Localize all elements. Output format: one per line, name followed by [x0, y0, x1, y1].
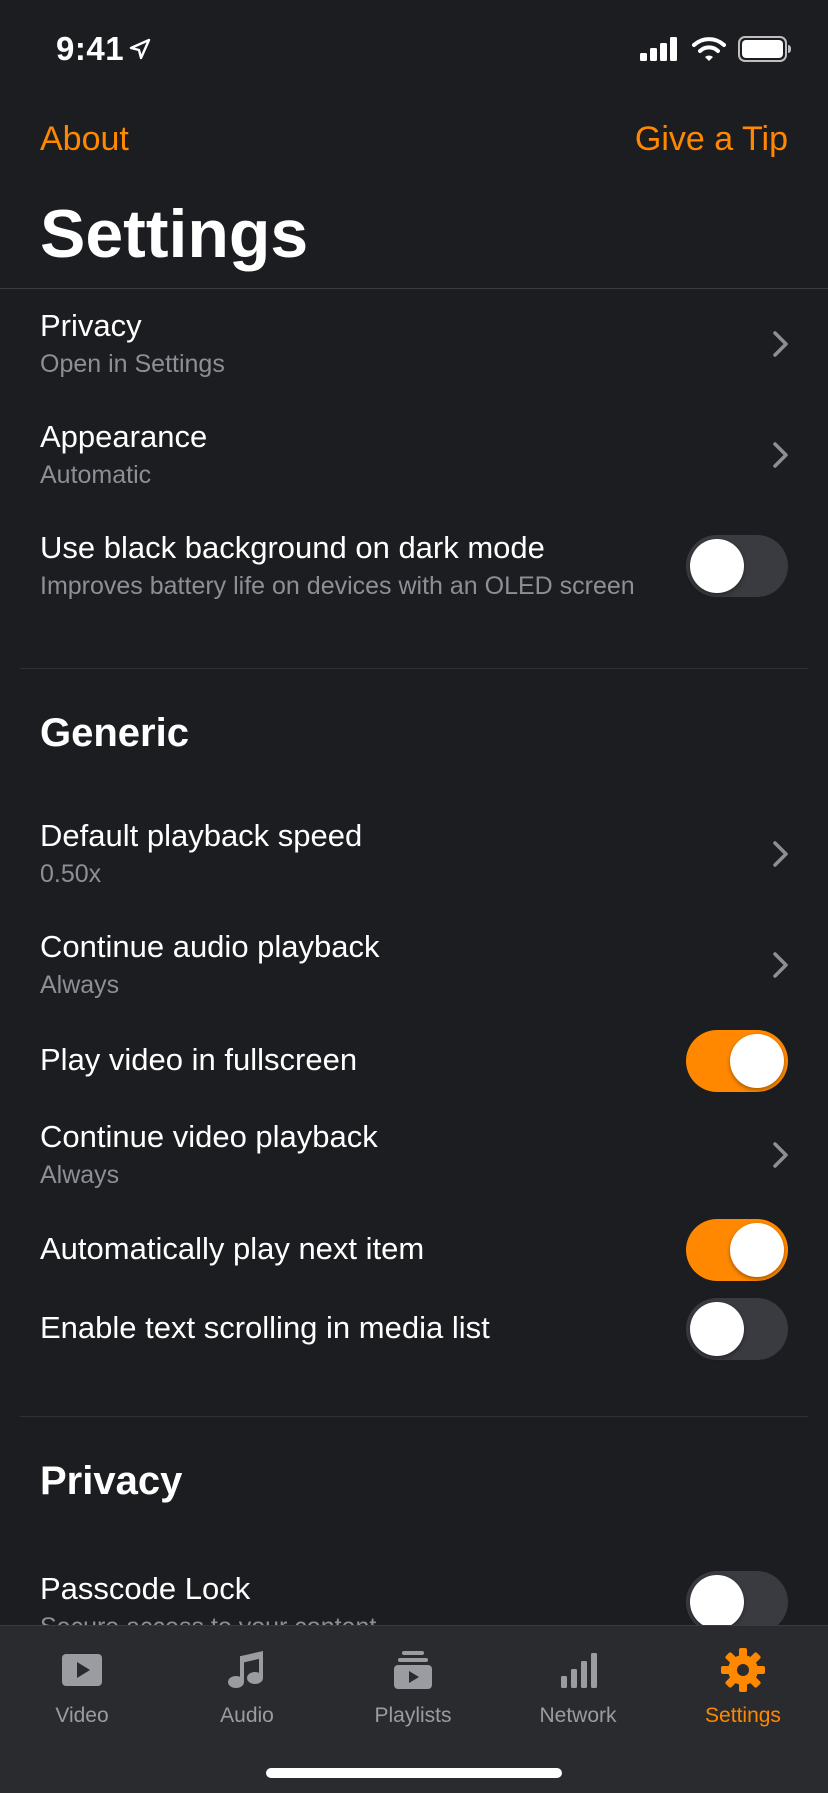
status-time: 9:41 — [56, 30, 125, 67]
music-note-icon — [228, 1651, 263, 1688]
section-header-privacy: Privacy — [40, 1459, 183, 1503]
network-bars-icon — [561, 1653, 597, 1688]
row-title: Enable text scrolling in media list — [40, 1310, 490, 1345]
tab-label: Playlists — [374, 1704, 452, 1727]
chevron-right-icon — [773, 952, 788, 978]
page-title: Settings — [40, 196, 309, 272]
row-title: Default playback speed — [40, 818, 363, 853]
tab-audio[interactable]: Audio — [177, 1646, 317, 1728]
row-title: Continue audio playback — [40, 929, 380, 964]
row-title: Play video in fullscreen — [40, 1042, 358, 1077]
section-header-generic: Generic — [40, 711, 189, 755]
tab-label: Settings — [705, 1704, 781, 1727]
row-play-video-fullscreen: Play video in fullscreen — [0, 1030, 828, 1092]
tab-network[interactable]: Network — [508, 1646, 648, 1728]
toggle-knob — [730, 1034, 784, 1088]
tab-label: Audio — [220, 1704, 274, 1727]
row-continue-video-playback[interactable]: Continue video playback Always — [0, 1116, 828, 1206]
row-black-background: Use black background on dark mode Improv… — [0, 527, 828, 617]
text-scrolling-toggle[interactable] — [686, 1298, 788, 1360]
play-video-fullscreen-toggle[interactable] — [686, 1030, 788, 1092]
gear-icon — [721, 1648, 765, 1692]
wifi-icon — [692, 37, 726, 61]
row-text-scrolling: Enable text scrolling in media list — [0, 1298, 828, 1360]
tab-video[interactable]: Video — [12, 1646, 152, 1728]
row-title: Automatically play next item — [40, 1231, 425, 1266]
row-autoplay-next: Automatically play next item — [0, 1219, 828, 1281]
row-appearance[interactable]: Appearance Automatic — [0, 416, 828, 506]
row-subtitle: 0.50x — [40, 860, 102, 888]
status-bar: 9:41 — [0, 0, 828, 100]
chevron-right-icon — [773, 331, 788, 357]
toggle-knob — [690, 539, 744, 593]
chevron-right-icon — [773, 841, 788, 867]
autoplay-next-toggle[interactable] — [686, 1219, 788, 1281]
passcode-lock-toggle[interactable] — [686, 1571, 788, 1633]
battery-icon — [738, 36, 791, 62]
row-subtitle: Always — [40, 1161, 120, 1189]
tab-label: Video — [55, 1704, 109, 1727]
chevron-right-icon — [773, 442, 788, 468]
about-link[interactable]: About — [40, 120, 129, 159]
chevron-right-icon — [773, 1142, 788, 1168]
give-a-tip-link[interactable]: Give a Tip — [635, 120, 788, 159]
location-arrow-icon — [129, 38, 151, 60]
black-background-toggle[interactable] — [686, 535, 788, 597]
row-subtitle: Open in Settings — [40, 350, 225, 378]
tab-playlists[interactable]: Playlists — [343, 1646, 483, 1728]
row-title: Passcode Lock — [40, 1571, 251, 1606]
row-title: Appearance — [40, 419, 208, 454]
row-default-playback-speed[interactable]: Default playback speed 0.50x — [0, 815, 828, 905]
tab-settings[interactable]: Settings — [673, 1646, 813, 1728]
cellular-signal-icon — [640, 37, 677, 61]
section-divider — [20, 668, 808, 669]
toggle-knob — [690, 1575, 744, 1629]
header-divider — [0, 288, 828, 289]
row-subtitle: Automatic — [40, 461, 152, 489]
toggle-knob — [690, 1302, 744, 1356]
playlists-icon — [394, 1651, 432, 1689]
home-indicator[interactable] — [266, 1768, 562, 1778]
row-title: Continue video playback — [40, 1119, 378, 1154]
video-icon — [62, 1654, 102, 1686]
section-divider — [20, 1416, 808, 1417]
toggle-knob — [730, 1223, 784, 1277]
row-title: Use black background on dark mode — [40, 530, 545, 565]
status-indicators — [640, 36, 792, 62]
row-subtitle: Improves battery life on devices with an… — [40, 572, 635, 600]
row-privacy-settings[interactable]: Privacy Open in Settings — [0, 305, 828, 395]
tab-label: Network — [539, 1704, 617, 1727]
row-title: Privacy — [40, 308, 142, 343]
row-subtitle: Always — [40, 971, 120, 999]
row-continue-audio-playback[interactable]: Continue audio playback Always — [0, 926, 828, 1016]
